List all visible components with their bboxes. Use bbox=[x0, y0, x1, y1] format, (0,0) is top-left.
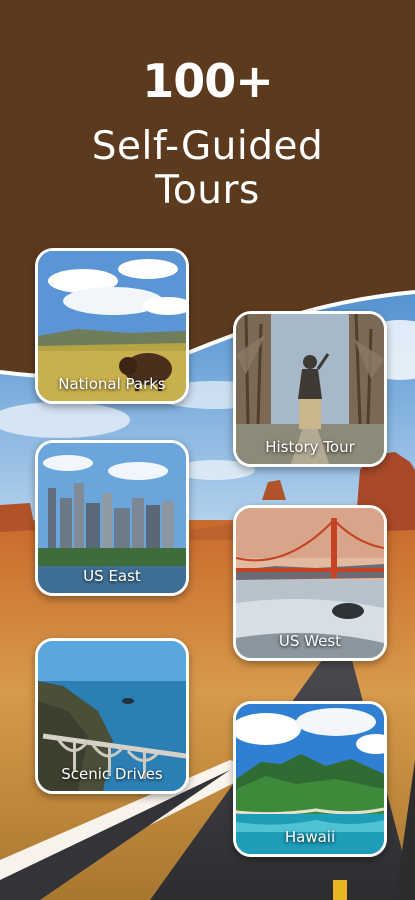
tour-card-label: Scenic Drives bbox=[61, 765, 163, 783]
tour-card-scenic-drives[interactable]: Scenic Drives bbox=[35, 638, 189, 794]
tour-card-national-parks[interactable]: National Parks bbox=[35, 248, 189, 404]
tour-card-label: US West bbox=[278, 632, 342, 650]
tour-card-label: Hawaii bbox=[284, 828, 336, 846]
tour-count-heading: 100+ bbox=[142, 54, 274, 108]
tour-card-label: US East bbox=[83, 567, 141, 585]
tour-card-us-west[interactable]: US West bbox=[233, 505, 387, 661]
headline-line-2: Tours bbox=[155, 168, 260, 213]
promo-screen: 100+ Self-Guided Tours National Parks Hi… bbox=[0, 0, 415, 900]
headline-line-1: Self-Guided bbox=[91, 124, 324, 169]
tour-card-label: History Tour bbox=[265, 438, 355, 456]
tour-card-us-east[interactable]: US East bbox=[35, 440, 189, 596]
tour-card-history-tour[interactable]: History Tour bbox=[233, 311, 387, 467]
tour-card-hawaii[interactable]: Hawaii bbox=[233, 701, 387, 857]
tour-card-label: National Parks bbox=[58, 375, 166, 393]
